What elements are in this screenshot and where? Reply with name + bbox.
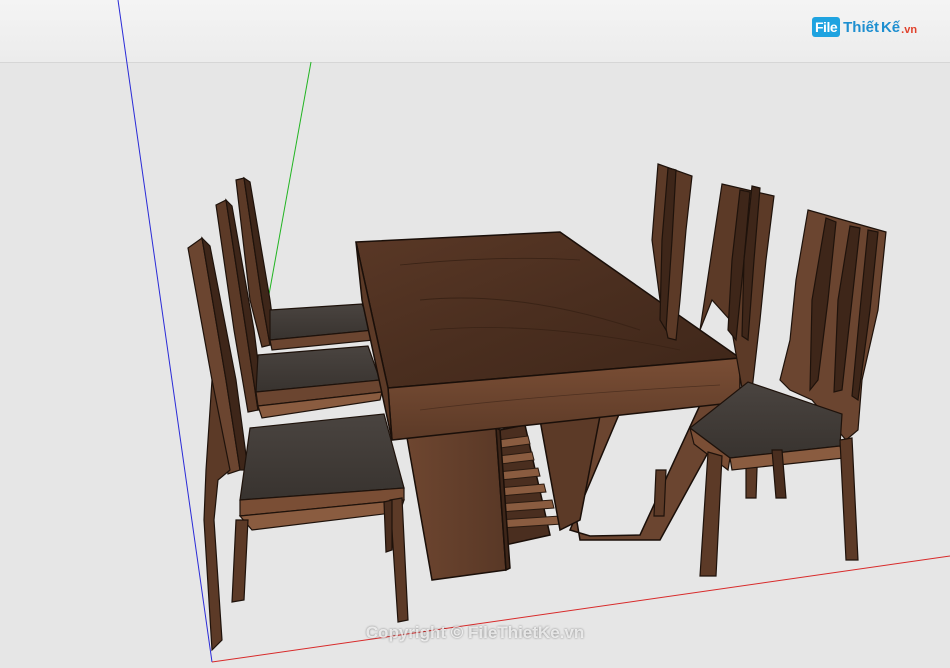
red-axis-line [211, 555, 950, 663]
logo-ke-text: Kế [880, 18, 901, 36]
logo-vn-text: .vn [901, 23, 918, 36]
dining-table [355, 231, 743, 581]
logo-thiet-text: Thiết [843, 18, 879, 36]
logo-file-badge: File [812, 17, 841, 37]
copyright-watermark: Copyright © FileThietKe.vn [365, 623, 585, 642]
dining-set-model [117, 0, 950, 663]
green-axis-line [267, 61, 312, 301]
blue-axis-line [117, 0, 213, 663]
sketchup-viewport[interactable]: File Thiết Kế .vn Copyright © FileThietK… [0, 0, 950, 668]
left-chair-back [235, 176, 375, 351]
site-logo: File Thiết Kế .vn [812, 14, 917, 40]
